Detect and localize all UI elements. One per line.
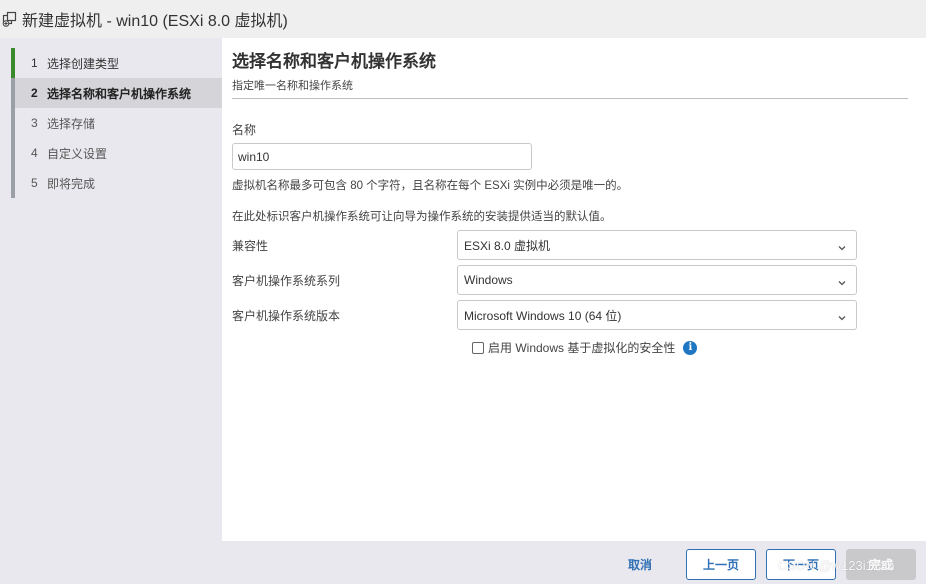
wizard-sidebar: 1 选择创建类型 2 选择名称和客户机操作系统 3 选择存储 4 自定义设置 5… bbox=[0, 38, 222, 541]
wizard-step-1[interactable]: 1 选择创建类型 bbox=[11, 48, 222, 78]
previous-button[interactable]: 上一页 bbox=[686, 549, 756, 580]
guest-os-family-select[interactable]: Windows bbox=[457, 265, 857, 295]
step-label: 即将完成 bbox=[47, 176, 96, 191]
vm-copy-icon bbox=[2, 11, 18, 27]
compatibility-value: ESXi 8.0 虚拟机 bbox=[464, 238, 551, 253]
compatibility-select[interactable]: ESXi 8.0 虚拟机 bbox=[457, 230, 857, 260]
title-divider bbox=[232, 98, 908, 99]
wizard-step-2[interactable]: 2 选择名称和客户机操作系统 bbox=[11, 78, 222, 108]
chevron-down-icon bbox=[838, 241, 846, 251]
guest-os-version-label: 客户机操作系统版本 bbox=[232, 309, 341, 323]
chevron-down-icon bbox=[838, 311, 846, 321]
wizard-main: 选择名称和客户机操作系统 指定唯一名称和操作系统 名称 虚拟机名称最多可包含 8… bbox=[222, 38, 926, 541]
guest-os-version-select[interactable]: Microsoft Windows 10 (64 位) bbox=[457, 300, 857, 330]
window-title: 新建虚拟机 - win10 (ESXi 8.0 虚拟机) bbox=[22, 13, 288, 30]
step-label: 选择存储 bbox=[47, 116, 96, 131]
compatibility-label: 兼容性 bbox=[232, 239, 269, 253]
info-icon[interactable]: i bbox=[683, 340, 698, 355]
step-number: 1 bbox=[31, 56, 38, 70]
name-hint: 虚拟机名称最多可包含 80 个字符，且名称在每个 ESXi 实例中必须是唯一的。 bbox=[232, 180, 629, 192]
guest-os-family-label: 客户机操作系统系列 bbox=[232, 274, 341, 288]
vm-name-input[interactable] bbox=[232, 143, 532, 170]
wizard-step-4[interactable]: 4 自定义设置 bbox=[11, 138, 222, 168]
wizard-footer: 取消 上一页 下一页 完成 bbox=[0, 541, 926, 584]
guest-os-family-value: Windows bbox=[464, 273, 513, 287]
window-titlebar: 新建虚拟机 - win10 (ESXi 8.0 虚拟机) bbox=[0, 0, 926, 38]
cancel-button[interactable]: 取消 bbox=[616, 549, 664, 579]
vbs-checkbox[interactable] bbox=[472, 341, 484, 354]
os-hint: 在此处标识客户机操作系统可让向导为操作系统的安装提供适当的默认值。 bbox=[232, 211, 612, 223]
vbs-checkbox-row: 启用 Windows 基于虚拟化的安全性 i bbox=[472, 339, 698, 356]
step-label: 选择创建类型 bbox=[47, 56, 120, 71]
step-number: 3 bbox=[31, 116, 38, 130]
vbs-checkbox-label[interactable]: 启用 Windows 基于虚拟化的安全性 bbox=[488, 339, 675, 356]
page-subtitle: 指定唯一名称和操作系统 bbox=[232, 80, 353, 92]
finish-button[interactable]: 完成 bbox=[846, 549, 916, 580]
next-button[interactable]: 下一页 bbox=[766, 549, 836, 580]
step-label: 自定义设置 bbox=[47, 146, 108, 161]
name-label: 名称 bbox=[232, 123, 257, 137]
guest-os-version-value: Microsoft Windows 10 (64 位) bbox=[464, 308, 622, 323]
chevron-down-icon bbox=[838, 276, 846, 286]
wizard-step-5[interactable]: 5 即将完成 bbox=[11, 168, 222, 198]
step-number: 2 bbox=[31, 86, 38, 100]
step-number: 5 bbox=[31, 176, 38, 190]
wizard-step-3[interactable]: 3 选择存储 bbox=[11, 108, 222, 138]
wizard-steps: 1 选择创建类型 2 选择名称和客户机操作系统 3 选择存储 4 自定义设置 5… bbox=[11, 48, 222, 198]
step-number: 4 bbox=[31, 146, 38, 160]
page-title: 选择名称和客户机操作系统 bbox=[232, 52, 436, 71]
step-label: 选择名称和客户机操作系统 bbox=[47, 86, 192, 101]
